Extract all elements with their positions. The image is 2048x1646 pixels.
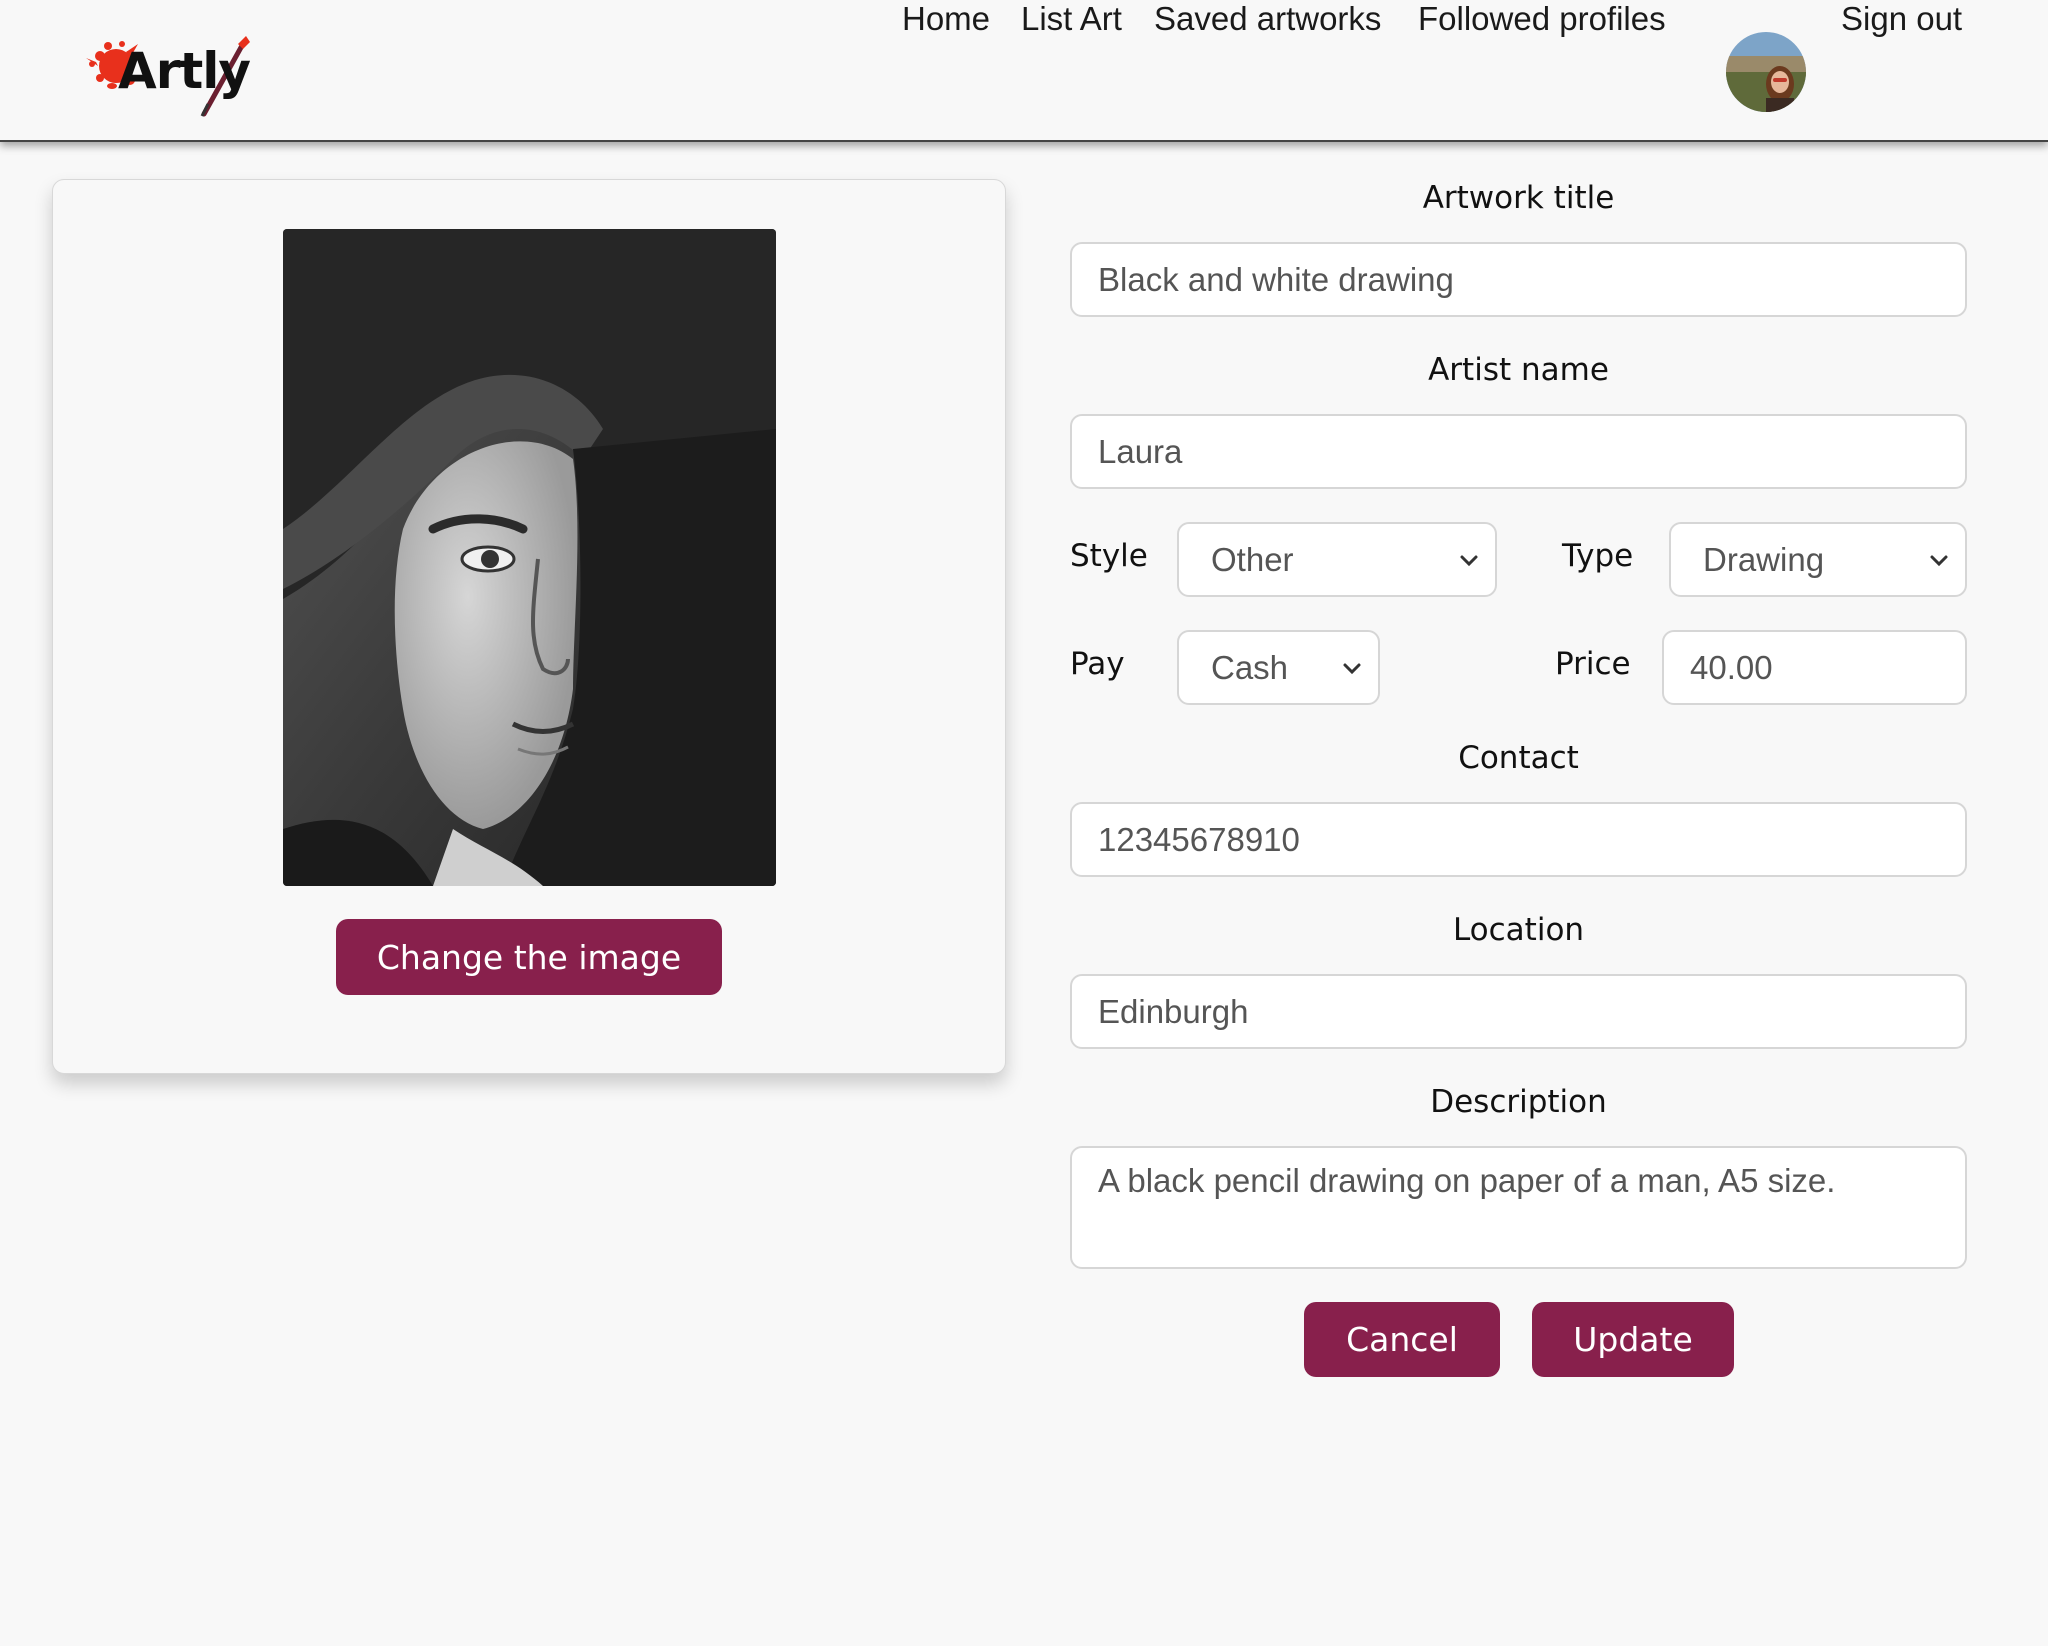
chevron-down-icon xyxy=(1343,663,1361,674)
location-input[interactable]: Edinburgh xyxy=(1070,974,1967,1049)
cancel-button[interactable]: Cancel xyxy=(1304,1302,1500,1377)
pay-select[interactable]: Cash xyxy=(1177,630,1380,705)
location-label: Location xyxy=(1452,912,1585,948)
description-textarea[interactable]: A black pencil drawing on paper of a man… xyxy=(1070,1146,1967,1269)
type-label: Type xyxy=(1562,538,1634,574)
artwork-title-label: Artwork title xyxy=(1422,180,1615,216)
price-input[interactable]: 40.00 xyxy=(1662,630,1967,705)
type-select-value: Drawing xyxy=(1703,540,1825,578)
chevron-down-icon xyxy=(1930,555,1948,566)
artist-name-input[interactable]: Laura xyxy=(1070,414,1967,489)
nav-home[interactable]: Home xyxy=(902,0,990,38)
pay-label: Pay xyxy=(1070,646,1125,682)
type-select[interactable]: Drawing xyxy=(1669,522,1967,597)
update-button[interactable]: Update xyxy=(1532,1302,1734,1377)
style-label: Style xyxy=(1070,538,1148,574)
user-avatar[interactable] xyxy=(1726,32,1806,112)
artist-name-label: Artist name xyxy=(1428,352,1609,388)
top-navbar: Artly Home List Art Saved artworks Follo… xyxy=(0,0,2048,142)
artwork-image-card: Change the image xyxy=(52,179,1006,1074)
artwork-title-input[interactable]: Black and white drawing xyxy=(1070,242,1967,317)
contact-label: Contact xyxy=(1458,740,1579,776)
style-select[interactable]: Other xyxy=(1177,522,1497,597)
artwork-image xyxy=(283,229,776,886)
style-select-value: Other xyxy=(1211,540,1294,578)
contact-input[interactable]: 12345678910 xyxy=(1070,802,1967,877)
artly-logo[interactable]: Artly xyxy=(86,34,256,118)
nav-sign-out[interactable]: Sign out xyxy=(1841,0,1962,38)
price-label: Price xyxy=(1555,646,1631,682)
change-image-button[interactable]: Change the image xyxy=(336,919,722,995)
avatar-photo xyxy=(1726,32,1806,112)
logo-text: Artly xyxy=(118,42,251,100)
nav-followed-profiles[interactable]: Followed profiles xyxy=(1418,0,1666,38)
description-label: Description xyxy=(1430,1084,1607,1120)
chevron-down-icon xyxy=(1460,555,1478,566)
nav-saved-artworks[interactable]: Saved artworks xyxy=(1154,0,1381,38)
pencil-portrait-drawing xyxy=(283,229,776,886)
nav-list-art[interactable]: List Art xyxy=(1021,0,1122,38)
pay-select-value: Cash xyxy=(1211,648,1289,686)
